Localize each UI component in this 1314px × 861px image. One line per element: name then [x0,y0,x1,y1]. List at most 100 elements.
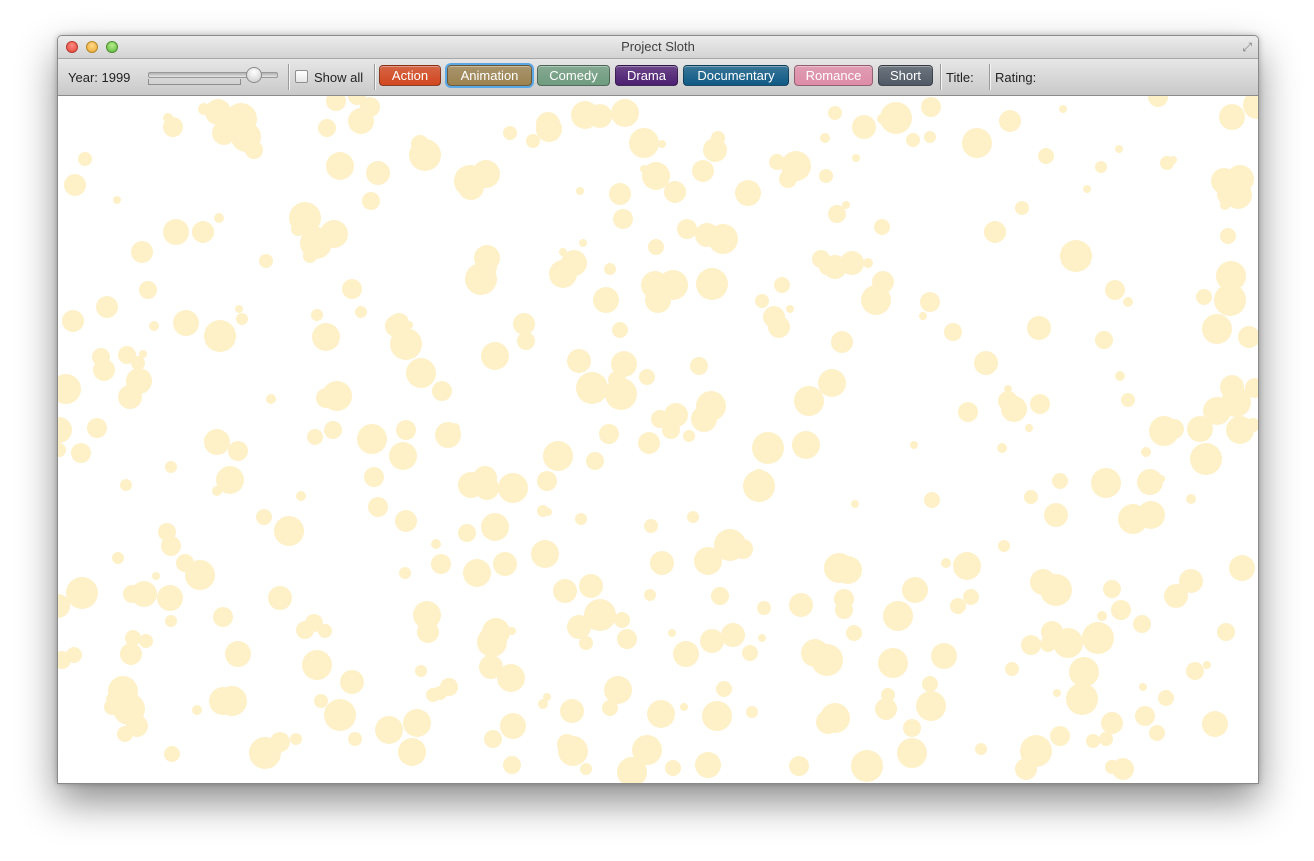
movie-bubble[interactable] [481,342,509,370]
movie-bubble[interactable] [173,310,199,336]
movie-bubble[interactable] [1027,316,1051,340]
movie-bubble[interactable] [236,313,248,325]
movie-bubble[interactable] [1111,600,1131,620]
movie-bubble[interactable] [716,681,732,697]
movie-bubble[interactable] [440,678,458,696]
movie-bubble[interactable] [1015,758,1037,780]
movie-bubble[interactable] [228,441,248,461]
movie-bubble[interactable] [296,491,306,501]
movie-bubble[interactable] [910,441,918,449]
movie-bubble[interactable] [58,417,72,443]
movie-bubble[interactable] [117,726,133,742]
movie-bubble[interactable] [214,213,224,223]
movie-bubble[interactable] [1015,201,1029,215]
movie-bubble[interactable] [431,554,451,574]
movie-bubble[interactable] [604,263,616,275]
movie-bubble[interactable] [842,201,850,209]
movie-bubble[interactable] [118,346,136,364]
fullscreen-icon[interactable]: ⤢ [1242,40,1252,55]
movie-bubble[interactable] [305,614,323,632]
movie-bubble[interactable] [640,165,648,173]
movie-bubble[interactable] [375,716,403,744]
movie-bubble[interactable] [958,402,978,422]
movie-bubble[interactable] [962,128,992,158]
movie-bubble[interactable] [1196,289,1212,305]
movie-bubble[interactable] [139,634,153,648]
movie-bubble[interactable] [268,586,292,610]
movie-bubble[interactable] [406,358,436,388]
movie-bubble[interactable] [192,221,214,243]
movie-bubble[interactable] [113,196,121,204]
movie-bubble[interactable] [696,391,726,421]
movie-bubble[interactable] [553,579,577,603]
movie-bubble[interactable] [924,131,936,143]
movie-bubble[interactable] [702,701,732,731]
movie-bubble[interactable] [916,691,946,721]
movie-bubble[interactable] [1040,574,1072,606]
movie-bubble[interactable] [984,221,1006,243]
movie-bubble[interactable] [1186,494,1196,504]
movie-bubble[interactable] [711,587,729,605]
movie-bubble[interactable] [165,615,177,627]
movie-bubble[interactable] [1053,628,1083,658]
movie-bubble[interactable] [409,139,441,171]
movie-bubble[interactable] [513,313,535,335]
movie-bubble[interactable] [931,643,957,669]
movie-bubble[interactable] [503,126,517,140]
movie-bubble[interactable] [664,181,686,203]
movie-bubble[interactable] [364,467,384,487]
movie-bubble[interactable] [209,687,237,715]
movie-bubble[interactable] [357,424,387,454]
movie-bubble[interactable] [235,305,243,313]
movie-bubble[interactable] [498,473,528,503]
movie-bubble[interactable] [998,391,1018,411]
movie-bubble[interactable] [503,756,521,774]
movie-bubble[interactable] [586,452,604,470]
movie-bubble[interactable] [695,223,719,247]
movie-bubble[interactable] [307,429,323,445]
movie-bubble[interactable] [326,152,354,180]
movie-bubble[interactable] [609,183,631,205]
movie-bubble[interactable] [953,552,981,580]
movie-bubble[interactable] [852,115,876,139]
movie-bubble[interactable] [1203,661,1211,669]
movie-bubble[interactable] [599,424,619,444]
movie-bubble[interactable] [120,643,142,665]
movie-bubble[interactable] [560,699,584,723]
movie-bubble[interactable] [875,698,897,720]
movie-bubble[interactable] [906,133,920,147]
movie-bubble[interactable] [58,443,66,457]
movie-bubble[interactable] [594,391,602,399]
movie-bubble[interactable] [755,294,769,308]
movie-bubble[interactable] [647,700,675,728]
movie-bubble[interactable] [256,509,272,525]
movie-bubble[interactable] [1024,490,1038,504]
movie-bubble[interactable] [1229,555,1255,581]
movie-bubble[interactable] [403,709,431,737]
movie-bubble[interactable] [920,292,940,312]
movie-bubble[interactable] [897,738,927,768]
movie-bubble[interactable] [617,757,647,783]
movie-bubble[interactable] [575,513,587,525]
movie-bubble[interactable] [479,627,501,649]
movie-bubble[interactable] [644,519,658,533]
movie-bubble[interactable] [1238,326,1258,348]
movie-bubble[interactable] [1221,387,1251,417]
movie-bubble[interactable] [1099,732,1113,746]
movie-bubble[interactable] [435,422,461,448]
movie-bubble[interactable] [204,320,236,352]
movie-bubble[interactable] [781,151,811,181]
movie-bubble[interactable] [644,589,656,601]
movie-bubble[interactable] [878,648,908,678]
movie-bubble[interactable] [1005,662,1019,676]
movie-bubble[interactable] [1095,161,1107,173]
movie-bubble[interactable] [126,368,152,394]
movie-bubble[interactable] [290,733,302,745]
movie-bubble[interactable] [78,152,92,166]
movie-bubble[interactable] [463,559,491,587]
movie-bubble[interactable] [695,752,721,778]
movie-bubble[interactable] [311,309,323,321]
movie-bubble[interactable] [828,106,842,120]
movie-bubble[interactable] [576,372,608,404]
movie-bubble[interactable] [493,552,517,576]
